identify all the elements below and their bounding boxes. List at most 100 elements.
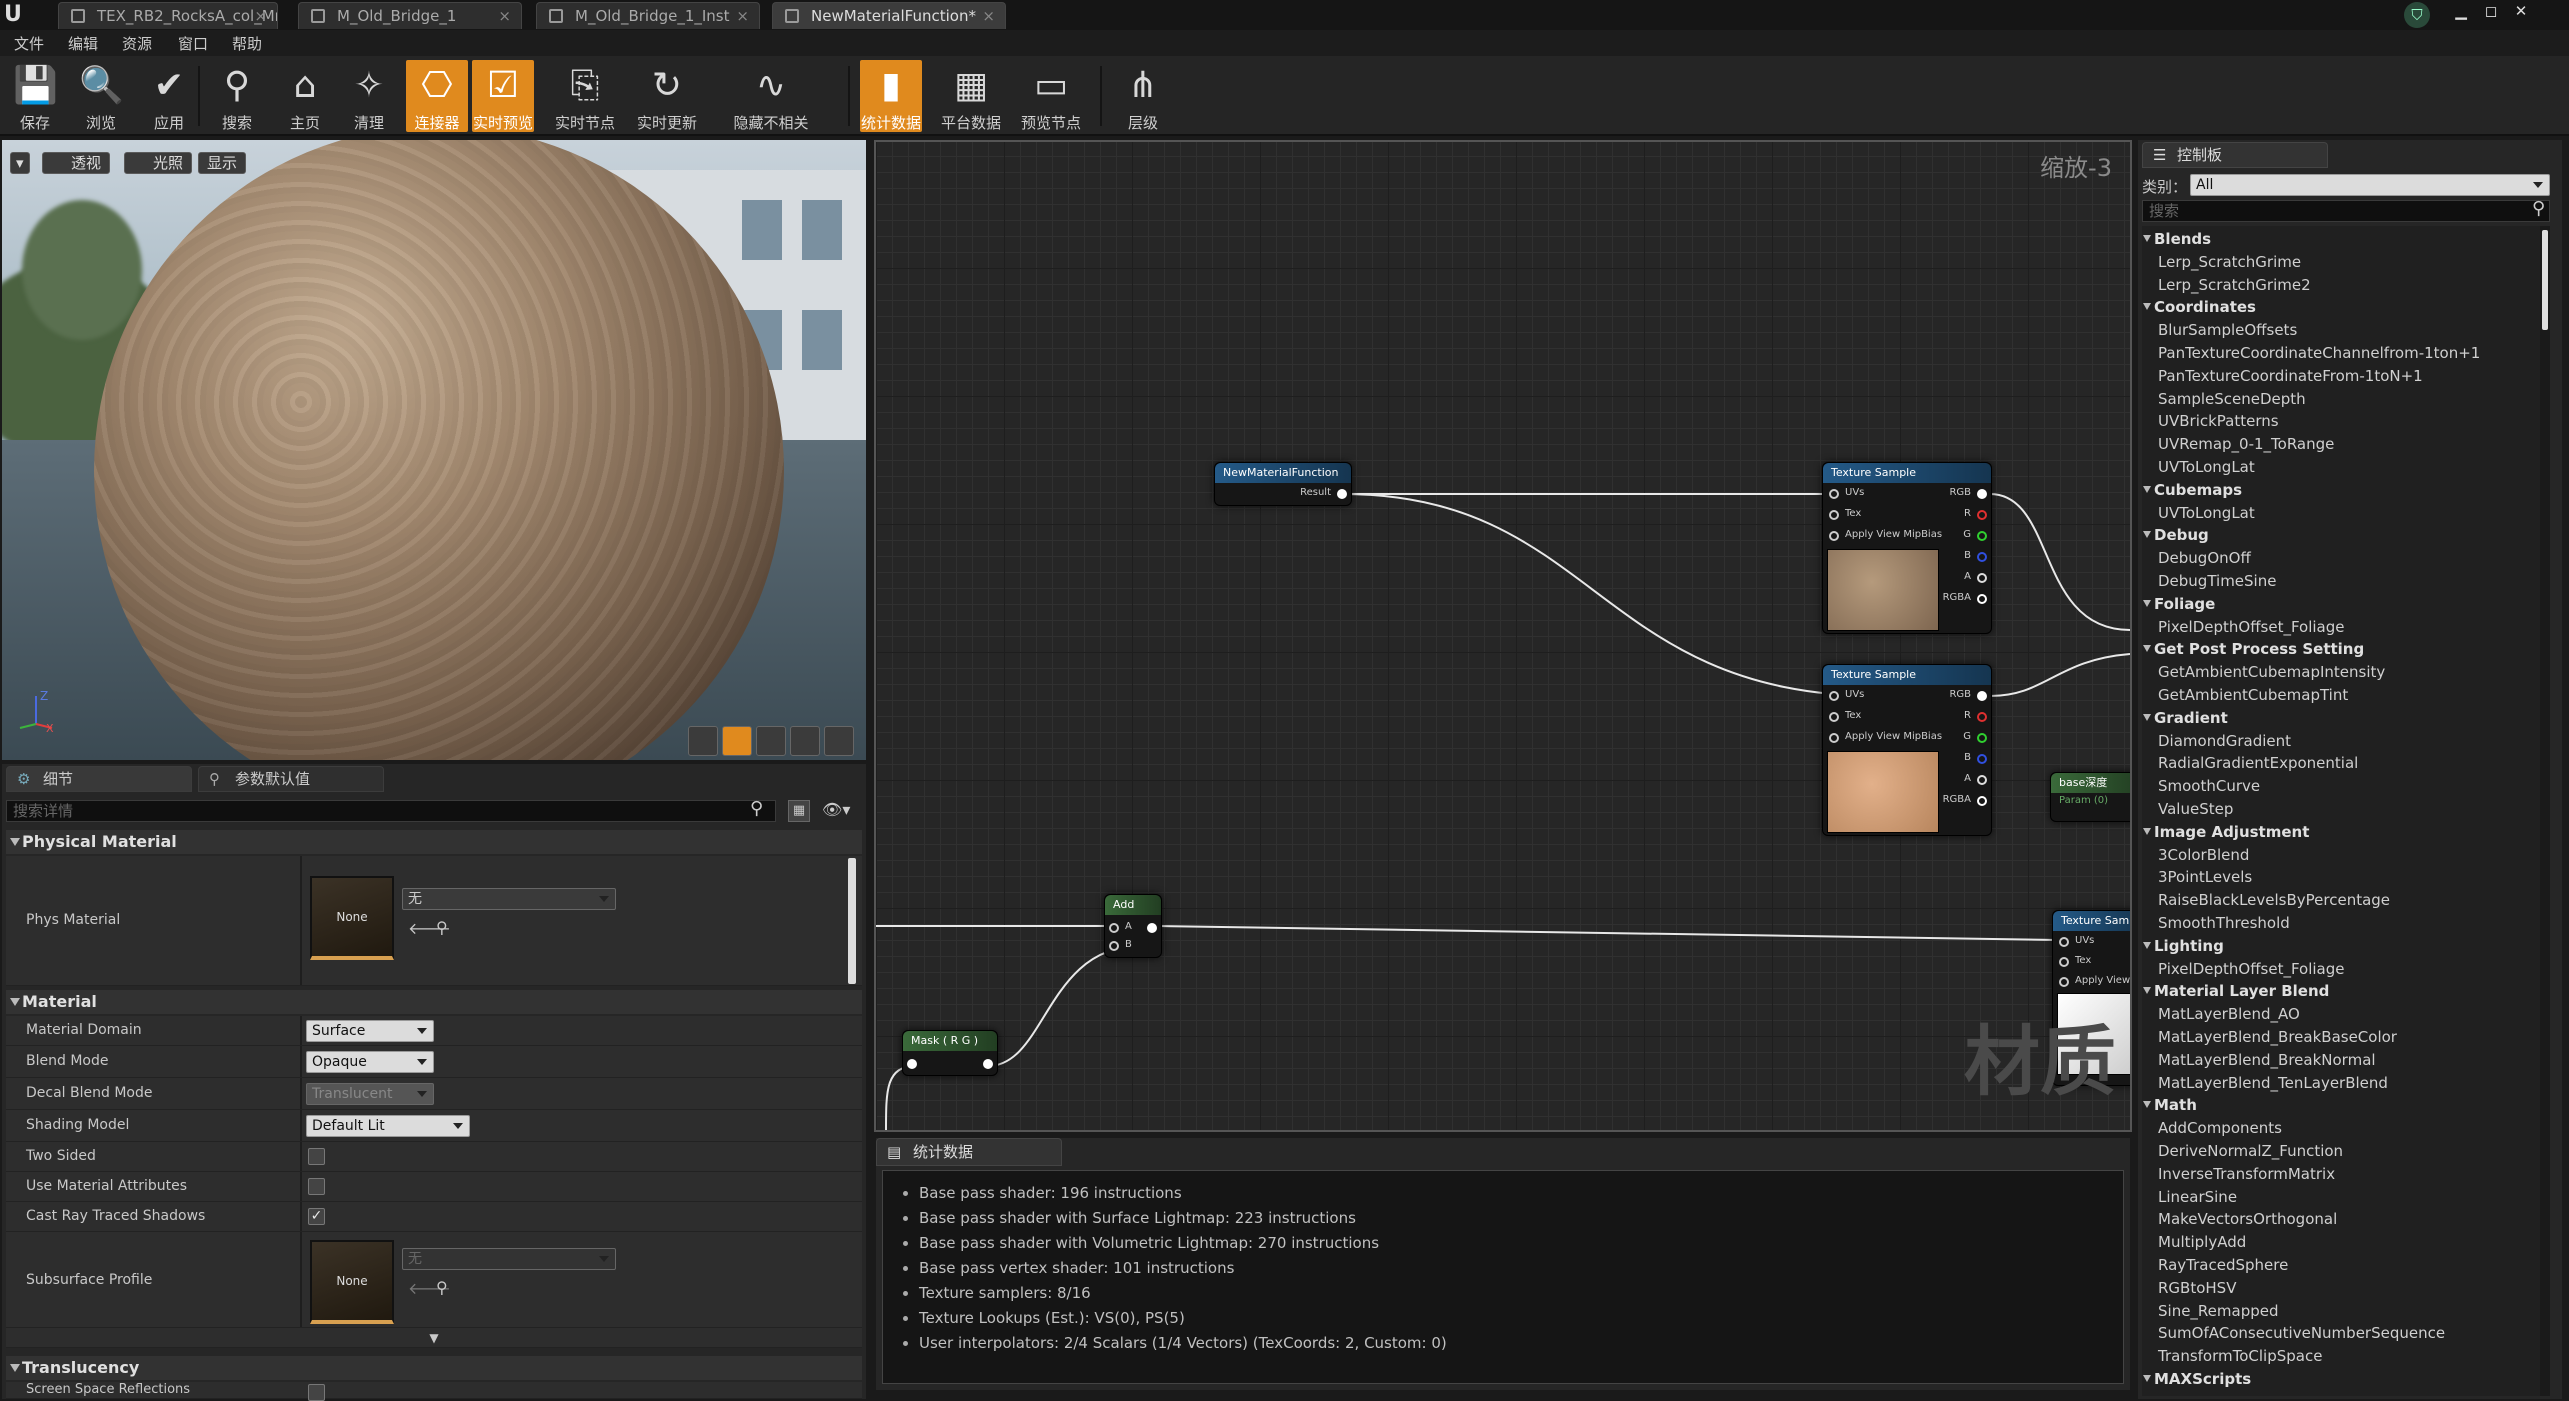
palette-category[interactable]: Cubemaps <box>2142 481 2242 499</box>
close-icon[interactable]: × <box>254 3 267 29</box>
column-splitter[interactable] <box>300 1172 302 1201</box>
tab-parameter-defaults[interactable]: ⚲ 参数默认值 <box>198 766 384 792</box>
column-splitter[interactable] <box>300 1232 302 1327</box>
toolbar-button-3[interactable]: ✔ 应用 <box>138 60 200 132</box>
palette-item[interactable]: BlurSampleOffsets <box>2158 321 2297 339</box>
node-mask-rg[interactable]: Mask ( R G ) <box>902 1030 998 1076</box>
palette-item[interactable]: MakeVectorsOrthogonal <box>2158 1210 2337 1228</box>
toolbar-button-6[interactable]: ✧ 清理 <box>338 60 400 132</box>
column-splitter[interactable] <box>300 1046 302 1077</box>
palette-item[interactable]: SumOfAConsecutiveNumberSequence <box>2158 1324 2445 1342</box>
output-pin[interactable] <box>1977 531 1987 541</box>
output-pin[interactable] <box>1977 712 1987 722</box>
menu-help[interactable]: 帮助 <box>232 33 262 54</box>
menu-edit[interactable]: 编辑 <box>68 33 98 54</box>
show-button[interactable]: 显示 <box>198 152 247 174</box>
tab-material[interactable]: M_Old_Bridge_1 × <box>298 2 522 29</box>
output-pin[interactable] <box>1977 489 1987 499</box>
palette-item[interactable]: Sine_Remapped <box>2158 1302 2279 1320</box>
palette-item[interactable]: DebugTimeSine <box>2158 572 2276 590</box>
column-splitter[interactable] <box>300 1078 302 1109</box>
preview-mesh-button[interactable] <box>824 726 854 756</box>
material-category[interactable]: Material <box>6 990 862 1014</box>
cast-ray-traced-shadows-checkbox[interactable]: ✓ <box>308 1208 325 1225</box>
close-icon[interactable]: × <box>982 3 995 29</box>
menu-window[interactable]: 窗口 <box>178 33 208 54</box>
toolbar-button-10[interactable]: ↻ 实时更新 <box>630 60 704 132</box>
node-texture-sample-1[interactable]: Texture Sample UVs Tex Apply View MipBias R… <box>1822 462 1992 634</box>
physical-material-category[interactable]: Physical Material <box>6 830 862 854</box>
input-pin[interactable] <box>2059 937 2069 947</box>
palette-item[interactable]: ValueStep <box>2158 800 2233 818</box>
view-options-grid-icon[interactable]: ▦ <box>788 800 810 822</box>
palette-category[interactable]: Get Post Process Setting <box>2142 640 2364 658</box>
visibility-eye-icon[interactable]: 👁▾ <box>822 800 850 819</box>
palette-item[interactable]: Lerp_ScratchGrime2 <box>2158 276 2311 294</box>
input-pin[interactable] <box>1109 941 1119 951</box>
material-domain-dropdown[interactable]: Surface <box>306 1020 434 1042</box>
tab-details[interactable]: ⚙ 细节 <box>6 766 192 792</box>
subsurface-profile-thumbnail[interactable]: None <box>310 1240 394 1324</box>
toolbar-button-13[interactable]: ▦ 平台数据 <box>934 60 1008 132</box>
palette-item[interactable]: PanTextureCoordinateFrom-1toN+1 <box>2158 367 2423 385</box>
output-pin[interactable] <box>1977 573 1987 583</box>
close-icon[interactable]: × <box>736 3 749 29</box>
toolbar-button-5[interactable]: ⌂ 主页 <box>274 60 336 132</box>
blend-mode-dropdown[interactable]: Opaque <box>306 1051 434 1073</box>
palette-item[interactable]: PixelDepthOffset_Foliage <box>2158 618 2345 636</box>
input-pin[interactable] <box>1829 489 1839 499</box>
palette-item[interactable]: AddComponents <box>2158 1119 2282 1137</box>
palette-item[interactable]: InverseTransformMatrix <box>2158 1165 2335 1183</box>
palette-item[interactable]: MultiplyAdd <box>2158 1233 2246 1251</box>
node-new-material-function[interactable]: NewMaterialFunction Result <box>1214 462 1352 506</box>
palette-category[interactable]: Lighting <box>2143 937 2224 955</box>
palette-category[interactable]: Math <box>2143 1096 2197 1114</box>
toolbar-button-7[interactable]: ⎔ 连接器 <box>406 60 468 132</box>
output-pin[interactable] <box>1977 733 1987 743</box>
input-pin[interactable] <box>1829 691 1839 701</box>
palette-item[interactable]: DeriveNormalZ_Function <box>2158 1142 2343 1160</box>
output-pin[interactable] <box>983 1059 993 1069</box>
palette-item[interactable]: SmoothCurve <box>2158 777 2260 795</box>
minimize-window-button[interactable]: ▁ <box>2448 0 2474 22</box>
tab-texture[interactable]: TEX_RB2_RocksA_col_Mr × <box>58 2 278 29</box>
close-icon[interactable]: × <box>498 3 511 29</box>
input-pin[interactable] <box>907 1059 917 1069</box>
two-sided-checkbox[interactable] <box>308 1148 325 1165</box>
ssr-checkbox[interactable] <box>308 1384 325 1401</box>
output-pin[interactable] <box>1977 594 1987 604</box>
palette-item[interactable]: MatLayerBlend_AO <box>2158 1005 2300 1023</box>
phys-material-picker[interactable]: 无 <box>402 888 616 910</box>
input-pin[interactable] <box>2059 977 2069 987</box>
input-pin[interactable] <box>1829 510 1839 520</box>
palette-item[interactable]: PanTextureCoordinateChannelfrom-1ton+1 <box>2158 344 2480 362</box>
palette-item[interactable]: MatLayerBlend_BreakNormal <box>2158 1051 2376 1069</box>
output-pin[interactable] <box>1147 923 1157 933</box>
toolbar-button-12[interactable]: ▮ 统计数据 <box>860 60 922 132</box>
node-base-depth-param[interactable]: base深度 Param (0) <box>2050 772 2130 822</box>
palette-scrollbar[interactable] <box>2540 226 2550 1396</box>
shading-model-dropdown[interactable]: Default Lit <box>306 1115 470 1137</box>
translucency-category[interactable]: Translucency <box>6 1356 862 1380</box>
preview-cylinder-button[interactable] <box>688 726 718 756</box>
toolbar-button-8[interactable]: ☑ 实时预览 <box>472 60 534 132</box>
phys-material-thumbnail[interactable]: None <box>310 876 394 960</box>
palette-category[interactable]: Material Layer Blend <box>2142 982 2329 1000</box>
toolbar-button-15[interactable]: ⋔ 层级 <box>1112 60 1174 132</box>
output-pin[interactable] <box>1977 796 1987 806</box>
palette-item[interactable]: SmoothThreshold <box>2158 914 2290 932</box>
browse-asset-icon[interactable]: ⚲ <box>436 918 448 937</box>
menu-file[interactable]: 文件 <box>14 33 44 54</box>
column-splitter[interactable] <box>300 856 302 985</box>
palette-item[interactable]: RayTracedSphere <box>2158 1256 2288 1274</box>
palette-category[interactable]: Image Adjustment <box>2142 823 2309 841</box>
viewport-options-dropdown[interactable]: ▾ <box>10 152 30 174</box>
palette-item[interactable]: UVToLongLat <box>2158 504 2255 522</box>
palette-item[interactable]: GetAmbientCubemapTint <box>2158 686 2348 704</box>
preview-viewport[interactable]: ▾ 透视 光照 显示 ZX <box>2 140 866 760</box>
output-pin[interactable] <box>1977 754 1987 764</box>
palette-item[interactable]: Lerp_ScratchGrime <box>2158 253 2301 271</box>
input-pin[interactable] <box>1829 712 1839 722</box>
material-graph-editor[interactable]: NewMaterialFunction Result Texture Sampl… <box>876 140 2130 1130</box>
output-pin[interactable] <box>1977 691 1987 701</box>
